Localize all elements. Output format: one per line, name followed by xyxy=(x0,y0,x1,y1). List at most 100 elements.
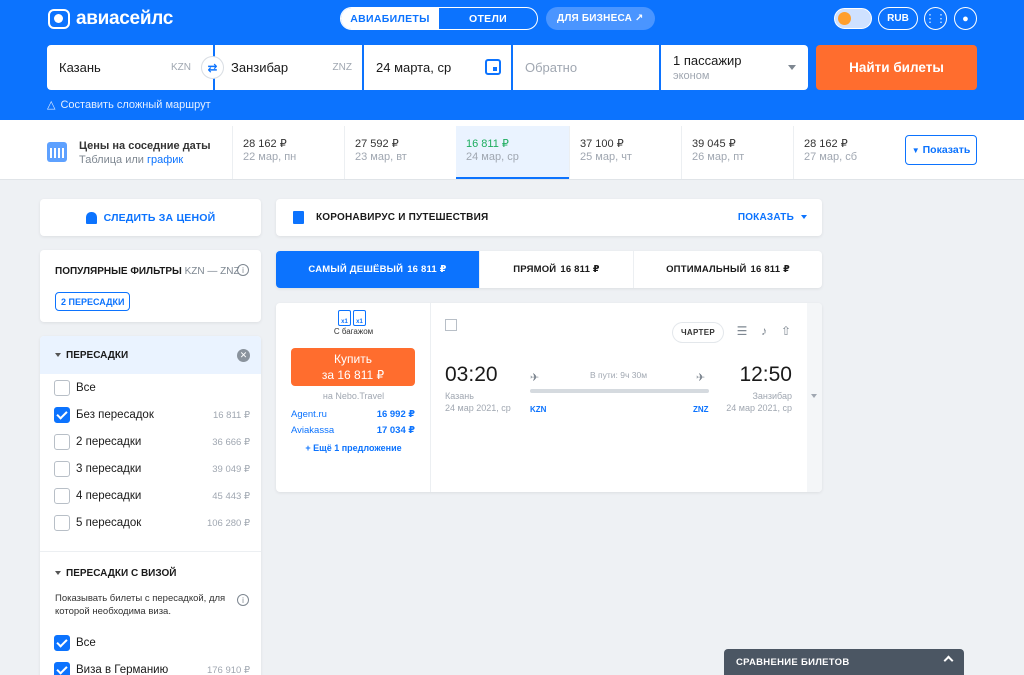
destination-field[interactable]: Занзибар ZNZ xyxy=(215,45,362,90)
show-calendar-button[interactable]: ▼ Показать xyxy=(905,135,977,165)
depart-date-value: 24 марта, ср xyxy=(376,60,452,75)
covid-show-link[interactable]: ПОКАЗАТЬ xyxy=(738,212,794,223)
filter-option-label: 4 пересадки xyxy=(76,490,142,502)
flight-track-line xyxy=(530,389,709,393)
checkbox[interactable] xyxy=(54,515,70,531)
filter-option-label: Без пересадок xyxy=(76,409,154,421)
filter-option[interactable]: Все xyxy=(54,379,250,397)
divider xyxy=(40,551,261,552)
tab-flights[interactable]: АВИАБИЛЕТЫ xyxy=(341,8,439,29)
follow-price-button[interactable]: СЛЕДИТЬ ЗА ЦЕНОЙ xyxy=(40,199,261,236)
tab-direct[interactable]: ПРЯМОЙ 16 811 ₽ xyxy=(479,251,633,288)
filter-option[interactable]: Виза в Германию 176 910 ₽ xyxy=(54,661,250,675)
visa-filter-description: Показывать билеты с пересадкой, для кото… xyxy=(55,593,226,617)
filter-option[interactable]: Без пересадок 16 811 ₽ xyxy=(54,406,250,424)
chart-link[interactable]: график xyxy=(147,154,183,166)
departure-date: 24 мар 2021, ср xyxy=(445,403,511,413)
origin-field[interactable]: Казань KZN xyxy=(47,45,213,90)
swap-button[interactable]: ⇄ xyxy=(201,56,224,79)
business-button[interactable]: ДЛЯ БИЗНЕСА ↗ xyxy=(546,7,655,30)
passengers-field[interactable]: 1 пассажир эконом xyxy=(661,45,808,90)
filter-chip[interactable]: 2 ПЕРЕСАДКИ xyxy=(55,292,131,311)
apps-button[interactable]: ⋮⋮ xyxy=(924,7,947,30)
checkbox-checked[interactable] xyxy=(54,407,70,423)
buy-label: Купить xyxy=(334,352,372,366)
collapse-icon[interactable] xyxy=(55,571,61,575)
complex-route-label: Составить сложный маршрут xyxy=(60,98,211,111)
covid-title: КОРОНАВИРУС И ПУТЕШЕСТВИЯ xyxy=(316,212,489,223)
tab-optimal[interactable]: ОПТИМАЛЬНЫЙ 16 811 ₽ xyxy=(633,251,822,288)
info-icon[interactable]: i xyxy=(237,594,249,606)
ticket-expand-toggle[interactable] xyxy=(807,303,822,492)
arrival-time: 12:50 xyxy=(739,363,792,386)
hand-luggage-icon: x1 xyxy=(338,310,351,326)
filter-option-label: Все xyxy=(76,382,96,394)
tab-cheapest[interactable]: САМЫЙ ДЕШЁВЫЙ 16 811 ₽ xyxy=(276,251,479,288)
tab-label: ПРЯМОЙ xyxy=(513,264,557,275)
date-cell[interactable]: 39 045 ₽ 26 мар, пт xyxy=(681,126,794,179)
product-tabs: АВИАБИЛЕТЫ ОТЕЛИ xyxy=(340,7,538,30)
return-date-field[interactable]: Обратно xyxy=(513,45,659,90)
find-tickets-button[interactable]: Найти билеты xyxy=(816,45,977,90)
date-cell[interactable]: 28 162 ₽ 22 мар, пн xyxy=(232,126,345,179)
filter-option[interactable]: Все xyxy=(54,634,250,652)
agent-offer[interactable]: Agent.ru 16 992 ₽ xyxy=(291,409,415,420)
filter-option[interactable]: 5 пересадок 106 280 ₽ xyxy=(54,514,250,532)
checkbox-checked[interactable] xyxy=(54,635,70,651)
stops-filter-title: ПЕРЕСАДКИ xyxy=(66,350,129,361)
depart-date-field[interactable]: 24 марта, ср xyxy=(364,45,511,90)
more-offers-link[interactable]: + Ещё 1 предложение xyxy=(276,443,431,453)
date-price: 28 162 ₽ xyxy=(243,138,287,150)
date-cell[interactable]: 27 592 ₽ 23 мар, вт xyxy=(344,126,457,179)
info-icon[interactable]: i xyxy=(237,264,249,276)
agent-offer[interactable]: Aviakassa 17 034 ₽ xyxy=(291,425,415,436)
covid-info-card[interactable]: КОРОНАВИРУС И ПУТЕШЕСТВИЯ ПОКАЗАТЬ xyxy=(276,199,822,236)
filter-option-label: Все xyxy=(76,637,96,649)
chevron-down-icon xyxy=(788,65,796,70)
origin-code: KZN xyxy=(171,62,191,73)
date-cell[interactable]: 28 162 ₽ 27 мар, сб xyxy=(793,126,906,179)
filter-option[interactable]: 3 пересадки 39 049 ₽ xyxy=(54,460,250,478)
date-price: 39 045 ₽ xyxy=(692,138,736,150)
logo[interactable]: авиасейлс xyxy=(48,8,173,30)
clear-filter-icon[interactable]: ✕ xyxy=(237,349,250,362)
caret-down-icon: ▼ xyxy=(911,145,920,155)
complex-route-link[interactable]: △ Составить сложный маршрут xyxy=(47,98,211,112)
calendar-icon[interactable] xyxy=(485,59,501,75)
filter-list-icon[interactable]: ☰ xyxy=(735,324,749,338)
popular-filters-card: ПОПУЛЯРНЫЕ ФИЛЬТРЫ KZN — ZNZ i 2 ПЕРЕСАД… xyxy=(40,250,261,322)
filter-option[interactable]: 4 пересадки 45 443 ₽ xyxy=(54,487,250,505)
buy-button[interactable]: Купить за 16 811 ₽ xyxy=(291,348,415,386)
filter-option-price: 16 811 ₽ xyxy=(212,409,250,421)
table-link[interactable]: Таблица xyxy=(79,154,122,166)
tab-hotels[interactable]: ОТЕЛИ xyxy=(439,8,537,29)
currency-button[interactable]: RUB xyxy=(878,7,918,30)
date-cell-selected[interactable]: 16 811 ₽ 24 мар, ср xyxy=(456,126,569,179)
filter-option[interactable]: 2 пересадки 36 666 ₽ xyxy=(54,433,250,451)
departure-time: 03:20 xyxy=(445,363,498,386)
calendar-grid-icon xyxy=(47,142,67,162)
date-price: 16 811 ₽ xyxy=(466,138,509,150)
tab-price: 16 811 ₽ xyxy=(407,264,447,275)
theme-toggle[interactable] xyxy=(834,8,872,29)
filter-option-price: 176 910 ₽ xyxy=(206,664,250,675)
filter-option-label: 2 пересадки xyxy=(76,436,142,448)
date-cell[interactable]: 37 100 ₽ 25 мар, чт xyxy=(569,126,682,179)
checkbox[interactable] xyxy=(54,461,70,477)
profile-button[interactable]: ● xyxy=(954,7,977,30)
compare-tickets-bar[interactable]: СРАВНЕНИЕ БИЛЕТОВ xyxy=(724,649,964,675)
ticket-card: x1 x1 С багажом Купить за 16 811 ₽ на Ne… xyxy=(276,303,822,492)
baggage-icons: x1 x1 xyxy=(338,310,366,326)
checkbox[interactable] xyxy=(54,380,70,396)
visa-filter-title[interactable]: ПЕРЕСАДКИ С ВИЗОЙ xyxy=(66,568,176,579)
stops-filter-header[interactable]: ПЕРЕСАДКИ ✕ xyxy=(40,336,261,374)
checkbox[interactable] xyxy=(54,434,70,450)
share-icon[interactable]: ⇧ xyxy=(779,324,793,338)
checkbox-checked[interactable] xyxy=(54,662,70,675)
bell-icon[interactable]: ♪ xyxy=(757,324,771,338)
checkbox[interactable] xyxy=(54,488,70,504)
departure-city: Казань xyxy=(445,391,474,401)
destination-value: Занзибар xyxy=(231,60,289,75)
arrival-code: ZNZ xyxy=(693,405,709,414)
date-price: 28 162 ₽ xyxy=(804,138,848,150)
